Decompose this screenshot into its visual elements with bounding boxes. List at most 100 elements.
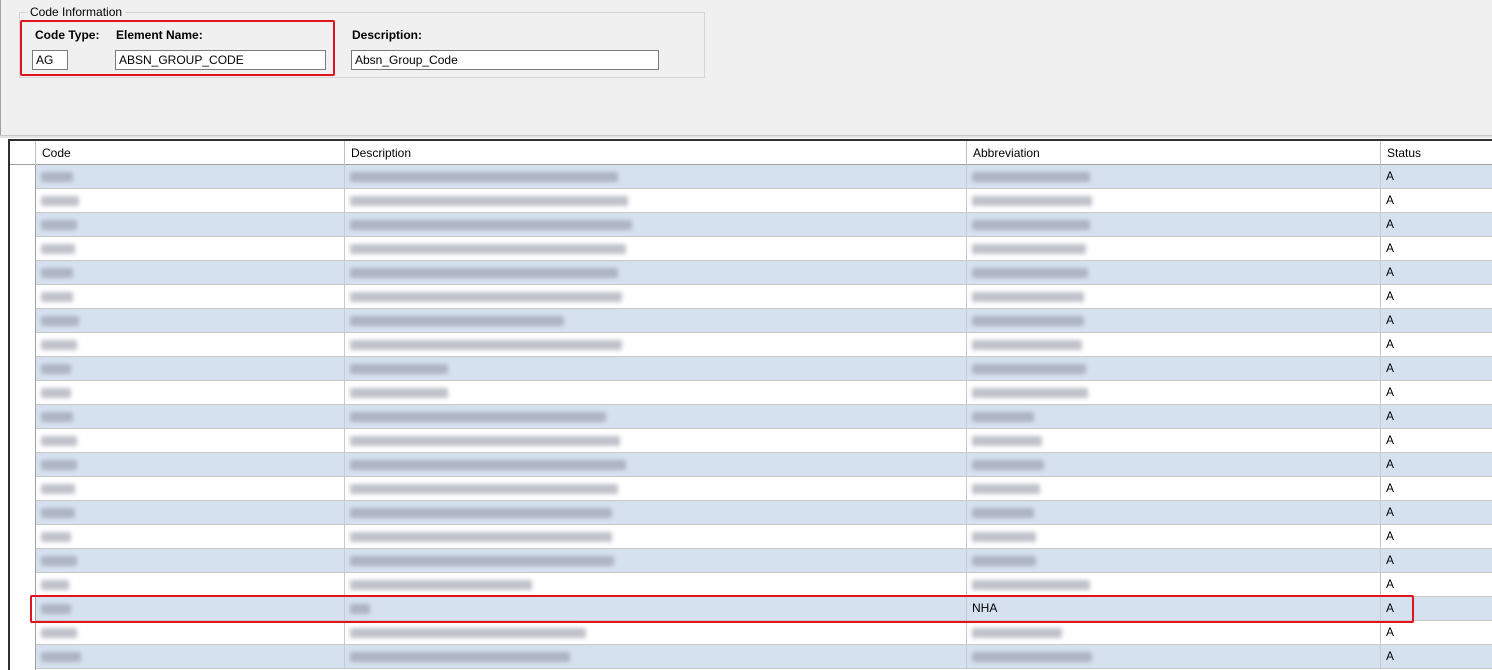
redacted-text — [972, 652, 1092, 662]
cell-code — [36, 309, 345, 332]
code-type-label: Code Type: — [35, 28, 100, 42]
cell-code — [36, 429, 345, 452]
row-header-corner — [10, 141, 36, 165]
cell-status: A — [1386, 409, 1395, 423]
cell-status: A — [1386, 649, 1395, 663]
table-row[interactable]: A — [36, 381, 1492, 405]
table-row[interactable]: A — [36, 549, 1492, 573]
redacted-text — [350, 580, 532, 590]
redacted-text — [41, 292, 73, 302]
redacted-text — [41, 244, 75, 254]
cell-status: A — [1386, 265, 1395, 279]
cell-abbreviation — [967, 405, 1381, 428]
cell-abbreviation — [967, 573, 1381, 596]
table-row[interactable]: A — [36, 357, 1492, 381]
redacted-text — [350, 316, 564, 326]
table-row[interactable]: A — [36, 429, 1492, 453]
table-row[interactable]: A — [36, 333, 1492, 357]
table-row[interactable]: A — [36, 309, 1492, 333]
redacted-text — [41, 316, 79, 326]
redacted-text — [972, 436, 1042, 446]
cell-abbreviation — [967, 381, 1381, 404]
table-row[interactable]: NHA A — [36, 597, 1492, 621]
cell-code — [36, 165, 345, 188]
element-name-label: Element Name: — [116, 28, 203, 42]
table-row[interactable]: A — [36, 573, 1492, 597]
cell-code — [36, 477, 345, 500]
redacted-text — [350, 508, 612, 518]
column-header-description[interactable]: Description — [345, 141, 967, 165]
table-row[interactable]: A — [36, 477, 1492, 501]
redacted-text — [972, 316, 1084, 326]
redacted-text — [350, 292, 622, 302]
column-header-status[interactable]: Status — [1381, 141, 1492, 165]
cell-description — [345, 261, 967, 284]
panel-separator — [0, 135, 1492, 138]
description-label: Description: — [352, 28, 423, 42]
column-header-code[interactable]: Code — [36, 141, 345, 165]
cell-description — [345, 549, 967, 572]
description-field[interactable]: Absn_Group_Code — [351, 50, 659, 70]
table-row[interactable]: A — [36, 405, 1492, 429]
redacted-text — [350, 460, 626, 470]
redacted-text — [972, 412, 1034, 422]
cell-abbreviation — [967, 165, 1381, 188]
redacted-text — [41, 196, 79, 206]
redacted-text — [972, 292, 1084, 302]
cell-abbreviation — [967, 309, 1381, 332]
redacted-text — [41, 580, 69, 590]
cell-abbreviation — [967, 189, 1381, 212]
cell-abbreviation — [967, 621, 1381, 644]
cell-description — [345, 477, 967, 500]
redacted-text — [972, 244, 1086, 254]
redacted-text — [350, 172, 618, 182]
redacted-text — [350, 412, 606, 422]
cell-status: A — [1386, 505, 1395, 519]
column-header-abbreviation[interactable]: Abbreviation — [967, 141, 1381, 165]
cell-abbreviation — [967, 333, 1381, 356]
cell-status: A — [1386, 169, 1395, 183]
table-row[interactable]: A — [36, 237, 1492, 261]
redacted-text — [972, 580, 1090, 590]
element-name-field[interactable]: ABSN_GROUP_CODE — [115, 50, 326, 70]
table-row[interactable]: A — [36, 261, 1492, 285]
table-row[interactable]: A — [36, 189, 1492, 213]
table-row[interactable]: A — [36, 621, 1492, 645]
redacted-text — [350, 484, 618, 494]
code-type-field[interactable]: AG — [32, 50, 68, 70]
cell-abbreviation — [967, 501, 1381, 524]
cell-code — [36, 285, 345, 308]
table-row[interactable]: A — [36, 213, 1492, 237]
cell-code — [36, 189, 345, 212]
table-row[interactable]: A — [36, 285, 1492, 309]
redacted-text — [972, 556, 1036, 566]
cell-description — [345, 429, 967, 452]
redacted-text — [41, 436, 77, 446]
redacted-text — [41, 172, 73, 182]
cell-abbreviation — [967, 213, 1381, 236]
table-row[interactable]: A — [36, 165, 1492, 189]
cell-code — [36, 357, 345, 380]
cell-status: A — [1386, 529, 1395, 543]
redacted-text — [41, 220, 77, 230]
cell-code — [36, 213, 345, 236]
redacted-text — [41, 388, 71, 398]
cell-status: A — [1386, 241, 1395, 255]
redacted-text — [350, 364, 448, 374]
table-row[interactable]: A — [36, 645, 1492, 669]
table-row[interactable]: A — [36, 501, 1492, 525]
table-row[interactable]: A — [36, 525, 1492, 549]
cell-code — [36, 261, 345, 284]
cell-code — [36, 333, 345, 356]
cell-description — [345, 405, 967, 428]
cell-description — [345, 237, 967, 260]
cell-code — [36, 573, 345, 596]
cell-abbreviation — [967, 453, 1381, 476]
cell-code — [36, 501, 345, 524]
redacted-text — [972, 508, 1034, 518]
cell-status: A — [1386, 193, 1395, 207]
table-row[interactable]: A — [36, 453, 1492, 477]
cell-code — [36, 525, 345, 548]
cell-description — [345, 285, 967, 308]
cell-abbreviation — [967, 261, 1381, 284]
